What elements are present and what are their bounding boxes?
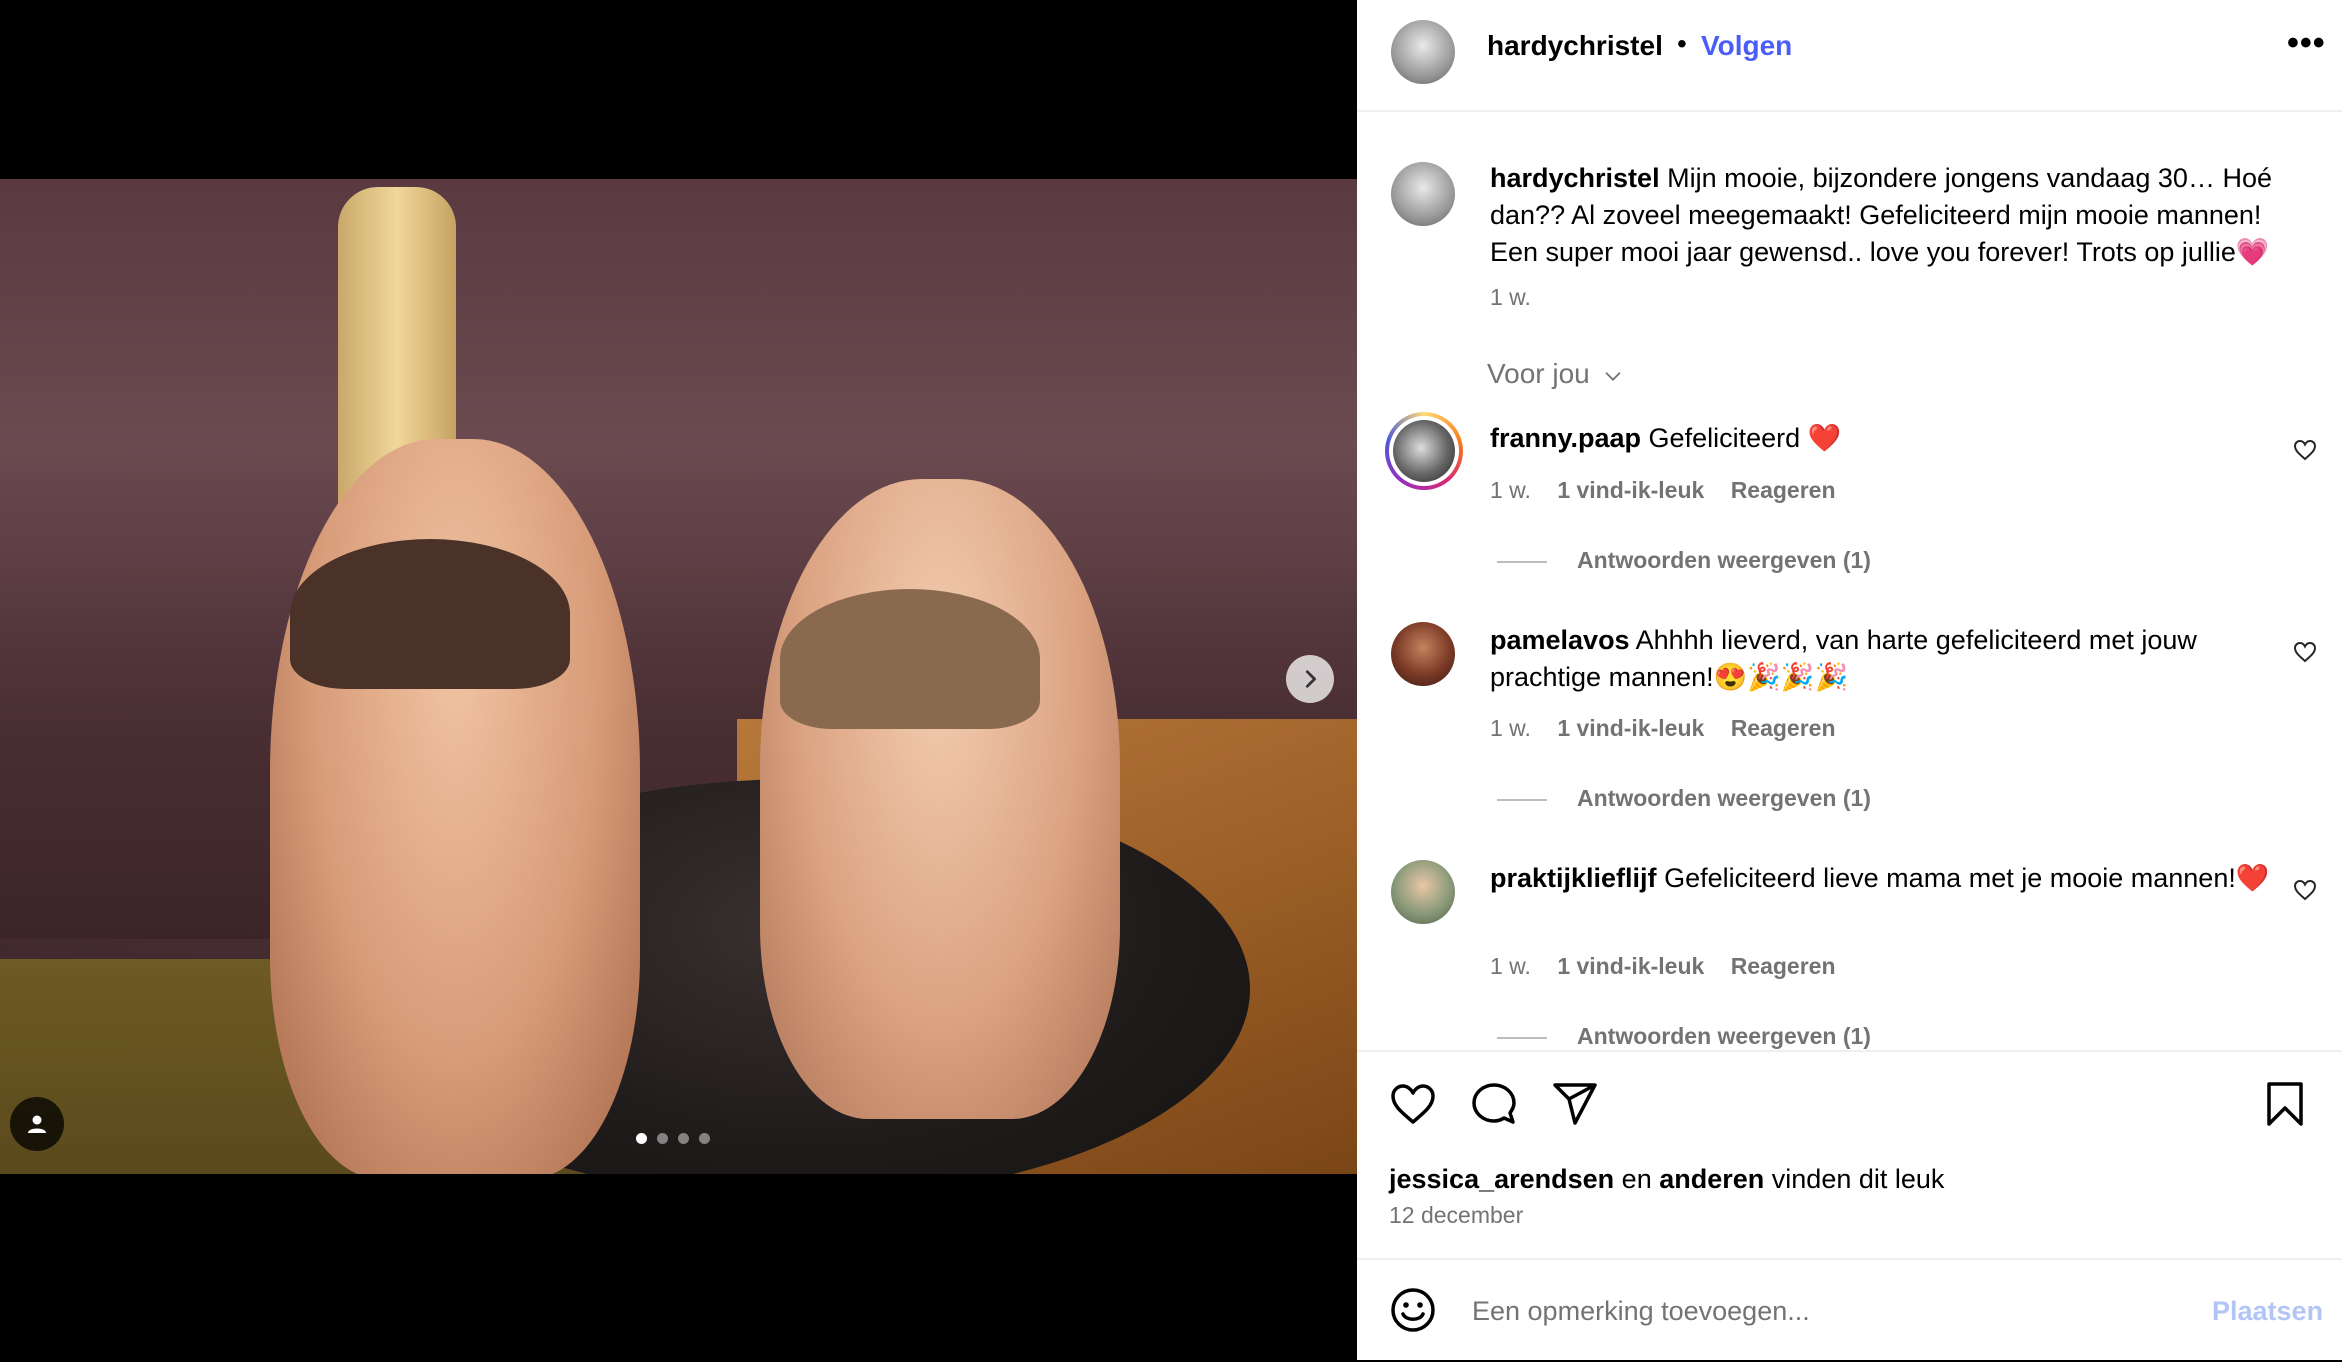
caption-username[interactable]: hardychristel (1490, 163, 1660, 193)
replies-divider (1497, 560, 1547, 563)
reply-button[interactable]: Reageren (1731, 715, 1836, 741)
comment-body: franny.paap Gefeliciteerd ❤️ (1490, 420, 2270, 457)
view-replies-button[interactable]: Antwoorden weergeven (1) (1497, 785, 1871, 812)
post-comment-button[interactable]: Plaatsen (2212, 1296, 2323, 1327)
more-options-icon[interactable]: ••• (2287, 24, 2326, 63)
liker-username[interactable]: jessica_arendsen (1389, 1164, 1614, 1194)
caption-avatar[interactable] (1391, 162, 1455, 226)
comment-meta: 1 w. 1 vind-ik-leuk Reageren (1490, 953, 1836, 980)
comment-sort-label: Voor jou (1487, 358, 1590, 389)
caption: hardychristel Mijn mooie, bijzondere jon… (1490, 160, 2310, 271)
comment-text: Gefeliciteerd lieve mama met je mooie ma… (1664, 863, 2270, 893)
comment-body: pamelavos Ahhhh lieverd, van harte gefel… (1490, 622, 2270, 696)
comment-likes[interactable]: 1 vind-ik-leuk (1557, 715, 1704, 741)
bookmark-icon[interactable] (2261, 1080, 2309, 1128)
like-comment-icon[interactable] (2293, 878, 2317, 902)
like-comment-icon[interactable] (2293, 438, 2317, 462)
author-username[interactable]: hardychristel (1487, 30, 1663, 62)
emoji-icon[interactable] (1389, 1286, 1437, 1334)
likes-others-link[interactable]: anderen (1659, 1164, 1764, 1194)
photo-hair-right (780, 589, 1040, 729)
likes-summary: jessica_arendsen en anderen vinden dit l… (1389, 1164, 1944, 1195)
comment-likes[interactable]: 1 vind-ik-leuk (1557, 477, 1704, 503)
post-details-panel: hardychristel • Volgen ••• hardychristel… (1357, 0, 2342, 1360)
heart-icon[interactable] (1389, 1080, 1437, 1128)
commenter-avatar[interactable] (1391, 860, 1455, 924)
photo-child-right (760, 479, 1120, 1119)
likes-connector: en (1621, 1164, 1652, 1194)
header-separator: • (1677, 28, 1687, 59)
post-photo[interactable] (0, 179, 1357, 1174)
post-header: hardychristel • Volgen ••• (1357, 0, 2342, 112)
carousel-next-button[interactable] (1286, 655, 1334, 703)
reply-button[interactable]: Reageren (1731, 477, 1836, 503)
photo-hair-left (290, 539, 570, 689)
media-panel (0, 0, 1357, 1360)
comment-username[interactable]: franny.paap (1490, 423, 1641, 453)
commenter-avatar (1393, 420, 1455, 482)
chevron-right-icon (1305, 670, 1316, 688)
comments-list[interactable]: hardychristel Mijn mooie, bijzondere jon… (1357, 112, 2342, 1050)
comment-username[interactable]: praktijklieflijf (1490, 863, 1657, 893)
carousel-dot (678, 1133, 689, 1144)
follow-button[interactable]: Volgen (1701, 30, 1792, 62)
user-icon (28, 1115, 46, 1133)
comment-input[interactable] (1470, 1286, 2174, 1336)
view-replies-label: Antwoorden weergeven (1) (1577, 1023, 1871, 1049)
post-actions: jessica_arendsen en anderen vinden dit l… (1357, 1050, 2342, 1260)
tagged-users-button[interactable] (10, 1097, 64, 1151)
replies-divider (1497, 1036, 1547, 1039)
caption-time: 1 w. (1490, 284, 1531, 310)
replies-divider (1497, 798, 1547, 801)
comment-time: 1 w. (1490, 953, 1531, 979)
comment-body: praktijklieflijf Gefeliciteerd lieve mam… (1490, 860, 2270, 897)
comment-meta: 1 w. 1 vind-ik-leuk Reageren (1490, 477, 1836, 504)
carousel-dot (699, 1133, 710, 1144)
comment-sort-dropdown[interactable]: Voor jou (1487, 358, 1624, 390)
comment-likes[interactable]: 1 vind-ik-leuk (1557, 953, 1704, 979)
comment-username[interactable]: pamelavos (1490, 625, 1630, 655)
comment-time: 1 w. (1490, 477, 1531, 503)
view-replies-label: Antwoorden weergeven (1) (1577, 785, 1871, 811)
commenter-avatar[interactable] (1391, 622, 1455, 686)
view-replies-button[interactable]: Antwoorden weergeven (1) (1497, 1023, 1871, 1050)
likes-suffix: vinden dit leuk (1771, 1164, 1945, 1194)
view-replies-button[interactable]: Antwoorden weergeven (1) (1497, 547, 1871, 574)
author-avatar[interactable] (1391, 20, 1455, 84)
view-replies-label: Antwoorden weergeven (1) (1577, 547, 1871, 573)
story-ring[interactable] (1385, 412, 1463, 490)
carousel-dot (657, 1133, 668, 1144)
reply-button[interactable]: Reageren (1731, 953, 1836, 979)
comment-text: Gefeliciteerd ❤️ (1648, 423, 1842, 453)
carousel-indicator (636, 1133, 710, 1144)
comment-icon[interactable] (1470, 1080, 1518, 1128)
share-icon[interactable] (1551, 1080, 1599, 1128)
post-date: 12 december (1389, 1202, 1524, 1228)
comment-composer: Plaatsen (1357, 1258, 2342, 1362)
comment-time: 1 w. (1490, 715, 1531, 741)
chevron-down-icon (1605, 371, 1620, 381)
carousel-dot (636, 1133, 647, 1144)
like-comment-icon[interactable] (2293, 640, 2317, 664)
comment-meta: 1 w. 1 vind-ik-leuk Reageren (1490, 715, 1836, 742)
